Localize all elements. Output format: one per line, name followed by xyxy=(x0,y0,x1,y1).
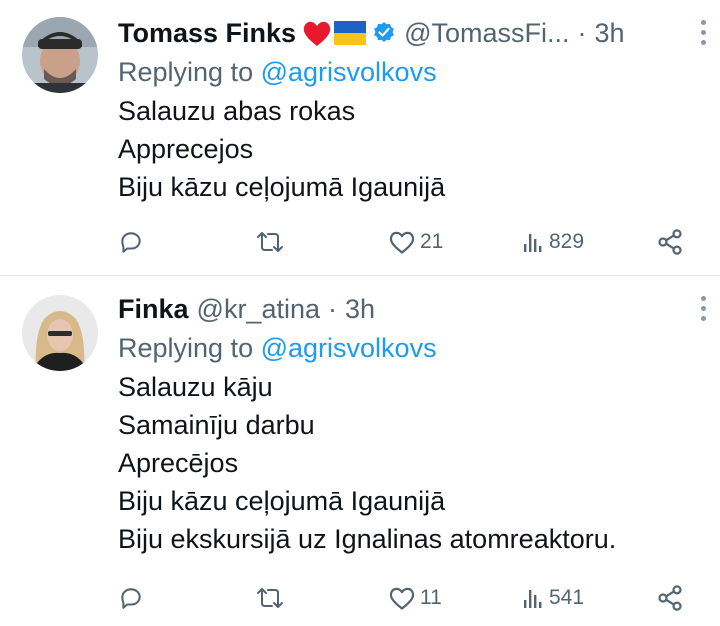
replying-mention[interactable]: @agrisvolkovs xyxy=(261,333,437,363)
share-button[interactable] xyxy=(656,581,684,615)
retweet-icon xyxy=(257,588,283,608)
heart-icon xyxy=(389,231,415,254)
replying-mention[interactable]: @agrisvolkovs xyxy=(261,57,437,87)
tweet-text-line: Salauzu abas rokas xyxy=(118,96,356,126)
tweet-header: Tomass Finks @TomassFi... · 3h xyxy=(118,14,698,52)
separator-dot: · xyxy=(577,17,587,48)
heart-emoji-icon xyxy=(303,21,331,46)
retweet-button[interactable] xyxy=(255,581,285,615)
like-button[interactable]: 11 xyxy=(388,581,442,615)
share-icon xyxy=(658,229,682,255)
replying-prefix: Replying to xyxy=(118,333,254,363)
like-count: 11 xyxy=(420,586,442,609)
more-options-icon[interactable] xyxy=(701,296,706,321)
like-button[interactable]: 21 xyxy=(388,225,443,259)
tweet-2[interactable]: Finka @kr_atina · 3h Replying to @agrisv… xyxy=(0,276,720,626)
views-button[interactable]: 829 xyxy=(521,225,584,259)
replying-to: Replying to @agrisvolkovs xyxy=(118,52,698,92)
views-button[interactable]: 541 xyxy=(521,581,584,615)
author-handle[interactable]: @TomassFi... xyxy=(404,18,569,49)
heart-icon xyxy=(389,587,415,610)
author-name[interactable]: Finka xyxy=(118,294,189,325)
tweet-text: Salauzu abas rokas Apprecejos Biju kāzu … xyxy=(118,92,698,206)
reply-icon xyxy=(121,232,141,253)
action-bar: 21 829 xyxy=(118,225,698,259)
reply-button[interactable] xyxy=(118,225,144,259)
tweet-1[interactable]: Tomass Finks @TomassFi... · 3h Replying … xyxy=(0,0,720,276)
like-count: 21 xyxy=(420,230,444,253)
view-count: 541 xyxy=(549,586,585,609)
action-bar: 11 541 xyxy=(118,581,698,615)
reply-icon xyxy=(121,588,141,609)
share-icon xyxy=(658,585,682,611)
tweet-text-line: Biju kāzu ceļojumā Igaunijā xyxy=(118,172,446,202)
author-handle[interactable]: @kr_atina xyxy=(197,294,320,325)
reply-button[interactable] xyxy=(118,581,144,615)
retweet-icon xyxy=(257,232,283,252)
ukraine-flag-icon xyxy=(334,21,367,45)
tweet-text-line: Apprecejos xyxy=(118,134,254,164)
view-count: 829 xyxy=(549,230,585,253)
tweet-text-line: Biju kāzu ceļojumā Igaunijā xyxy=(118,486,446,516)
tweet-text: Salauzu kāju Samainīju darbu Aprecējos B… xyxy=(118,368,698,558)
tweet-header: Finka @kr_atina · 3h xyxy=(118,290,698,328)
verified-badge-icon xyxy=(372,21,396,45)
author-name[interactable]: Tomass Finks xyxy=(118,18,296,49)
separator-dot: · xyxy=(328,293,337,324)
views-icon xyxy=(524,590,542,608)
timestamp[interactable]: 3h xyxy=(345,294,375,325)
tweet-text-line: Biju ekskursijā uz Ignalinas atomreaktor… xyxy=(118,524,617,554)
replying-to: Replying to @agrisvolkovs xyxy=(118,328,698,368)
retweet-button[interactable] xyxy=(255,225,285,259)
tweet-text-line: Aprecējos xyxy=(118,448,239,478)
timestamp[interactable]: 3h xyxy=(595,18,625,49)
tweet-text-line: Samainīju darbu xyxy=(118,410,315,440)
more-options-icon[interactable] xyxy=(701,20,706,45)
views-icon xyxy=(524,234,542,252)
emoji-group xyxy=(302,20,367,47)
share-button[interactable] xyxy=(656,225,684,259)
replying-prefix: Replying to xyxy=(118,57,254,87)
avatar[interactable] xyxy=(22,295,98,371)
tweet-text-line: Salauzu kāju xyxy=(118,372,273,402)
avatar[interactable] xyxy=(22,17,98,93)
